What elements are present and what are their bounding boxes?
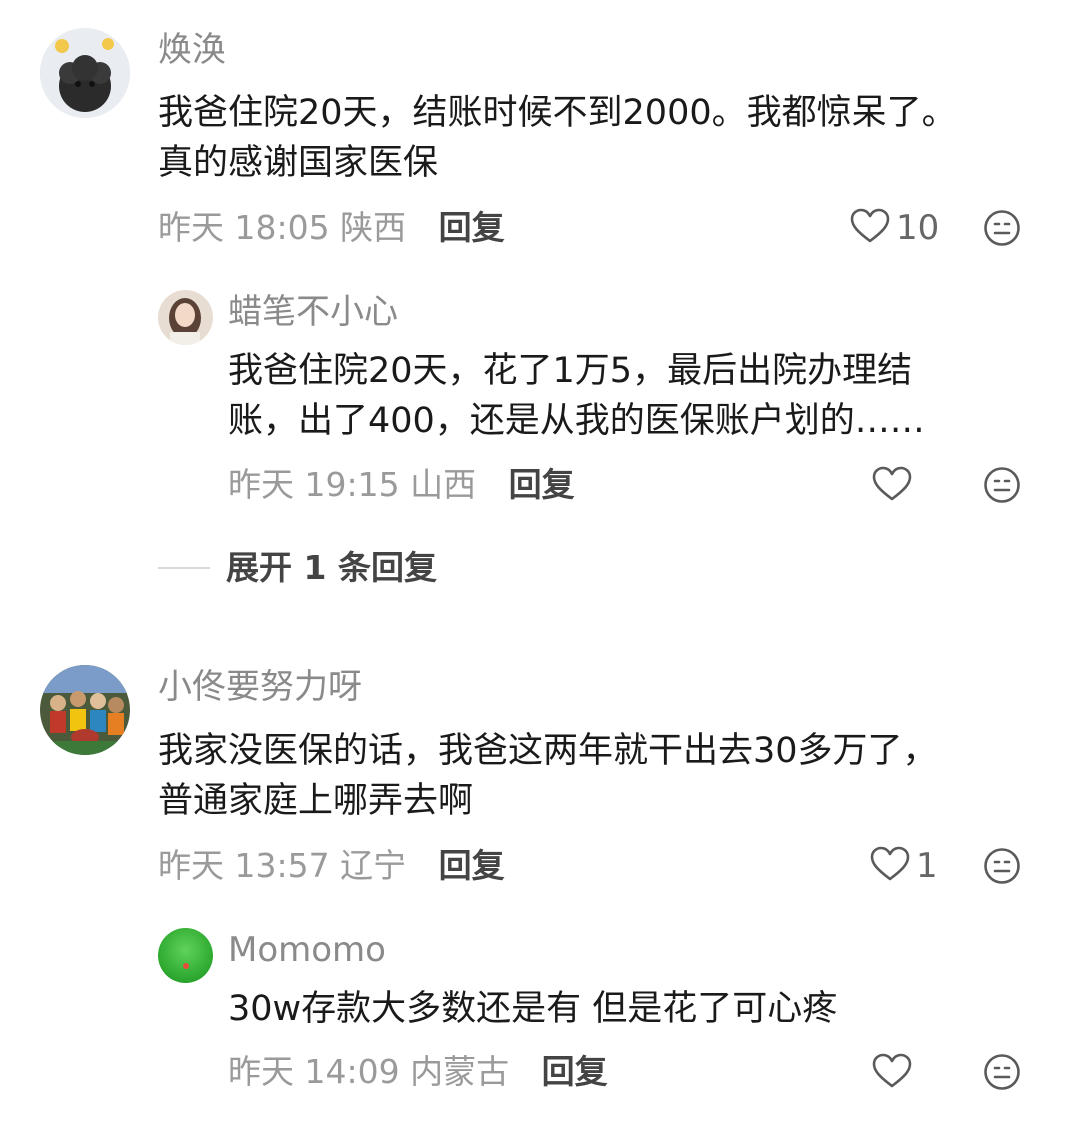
comment-text: 我爸住院20天，花了1万5，最后出院办理结 账，出了400，还是从我的医保账户划… — [228, 351, 925, 441]
neutral-face-icon[interactable] — [983, 1053, 1021, 1091]
heart-outline-icon — [872, 466, 912, 506]
heart-outline-icon — [872, 1053, 912, 1093]
comment-time: 昨天 14:09 — [228, 1052, 400, 1091]
comment-text: 我家没医保的话，我爸这两年就干出去30多万了， 普通家庭上哪弄去啊 — [158, 731, 938, 821]
neutral-face-icon[interactable] — [983, 209, 1021, 247]
divider — [158, 567, 210, 569]
like-count: 10 — [896, 208, 940, 248]
avatar[interactable] — [40, 665, 130, 755]
avatar[interactable] — [40, 28, 130, 118]
like-button[interactable] — [872, 1053, 912, 1093]
username[interactable]: 焕涣 — [158, 30, 226, 70]
reply-button[interactable]: 回复 — [509, 465, 575, 504]
comment-location: 陕西 — [340, 208, 407, 247]
comment-text: 30w存款大多数还是有 但是花了可心疼 — [228, 989, 838, 1029]
reply-button[interactable]: 回复 — [439, 846, 505, 885]
like-button[interactable]: 10 — [850, 208, 939, 248]
reply-button[interactable]: 回复 — [439, 208, 505, 247]
like-button[interactable] — [872, 466, 912, 506]
reply-button[interactable]: 回复 — [542, 1052, 608, 1091]
neutral-face-icon[interactable] — [983, 847, 1021, 885]
comment-time: 昨天 19:15 — [228, 465, 400, 504]
expand-replies-label: 展开 1 条回复 — [226, 548, 437, 587]
avatar[interactable] — [158, 928, 213, 983]
heart-outline-icon — [870, 846, 910, 886]
comment-meta: 昨天 14:09 内蒙古 回复 — [228, 1052, 608, 1092]
comment-location: 山西 — [410, 465, 477, 504]
like-button[interactable]: 1 — [870, 846, 938, 886]
comment-time: 昨天 13:57 — [158, 846, 330, 885]
heart-outline-icon — [850, 208, 890, 248]
comment-location: 内蒙古 — [410, 1052, 510, 1091]
expand-replies-button[interactable]: 展开 1 条回复 — [158, 548, 437, 588]
username[interactable]: 蜡笔不小心 — [228, 292, 398, 332]
comment-meta: 昨天 19:15 山西 回复 — [228, 465, 575, 505]
avatar[interactable] — [158, 290, 213, 345]
comment-time: 昨天 18:05 — [158, 208, 330, 247]
like-count: 1 — [916, 846, 938, 886]
comment-text: 我爸住院20天，结账时候不到2000。我都惊呆了。 真的感谢国家医保 — [158, 93, 957, 183]
username[interactable]: Momomo — [228, 930, 386, 970]
neutral-face-icon[interactable] — [983, 466, 1021, 504]
comment-meta: 昨天 13:57 辽宁 回复 — [158, 846, 505, 886]
username[interactable]: 小佟要努力呀 — [158, 667, 362, 707]
comment-meta: 昨天 18:05 陕西 回复 — [158, 208, 505, 248]
comment-location: 辽宁 — [340, 846, 407, 885]
